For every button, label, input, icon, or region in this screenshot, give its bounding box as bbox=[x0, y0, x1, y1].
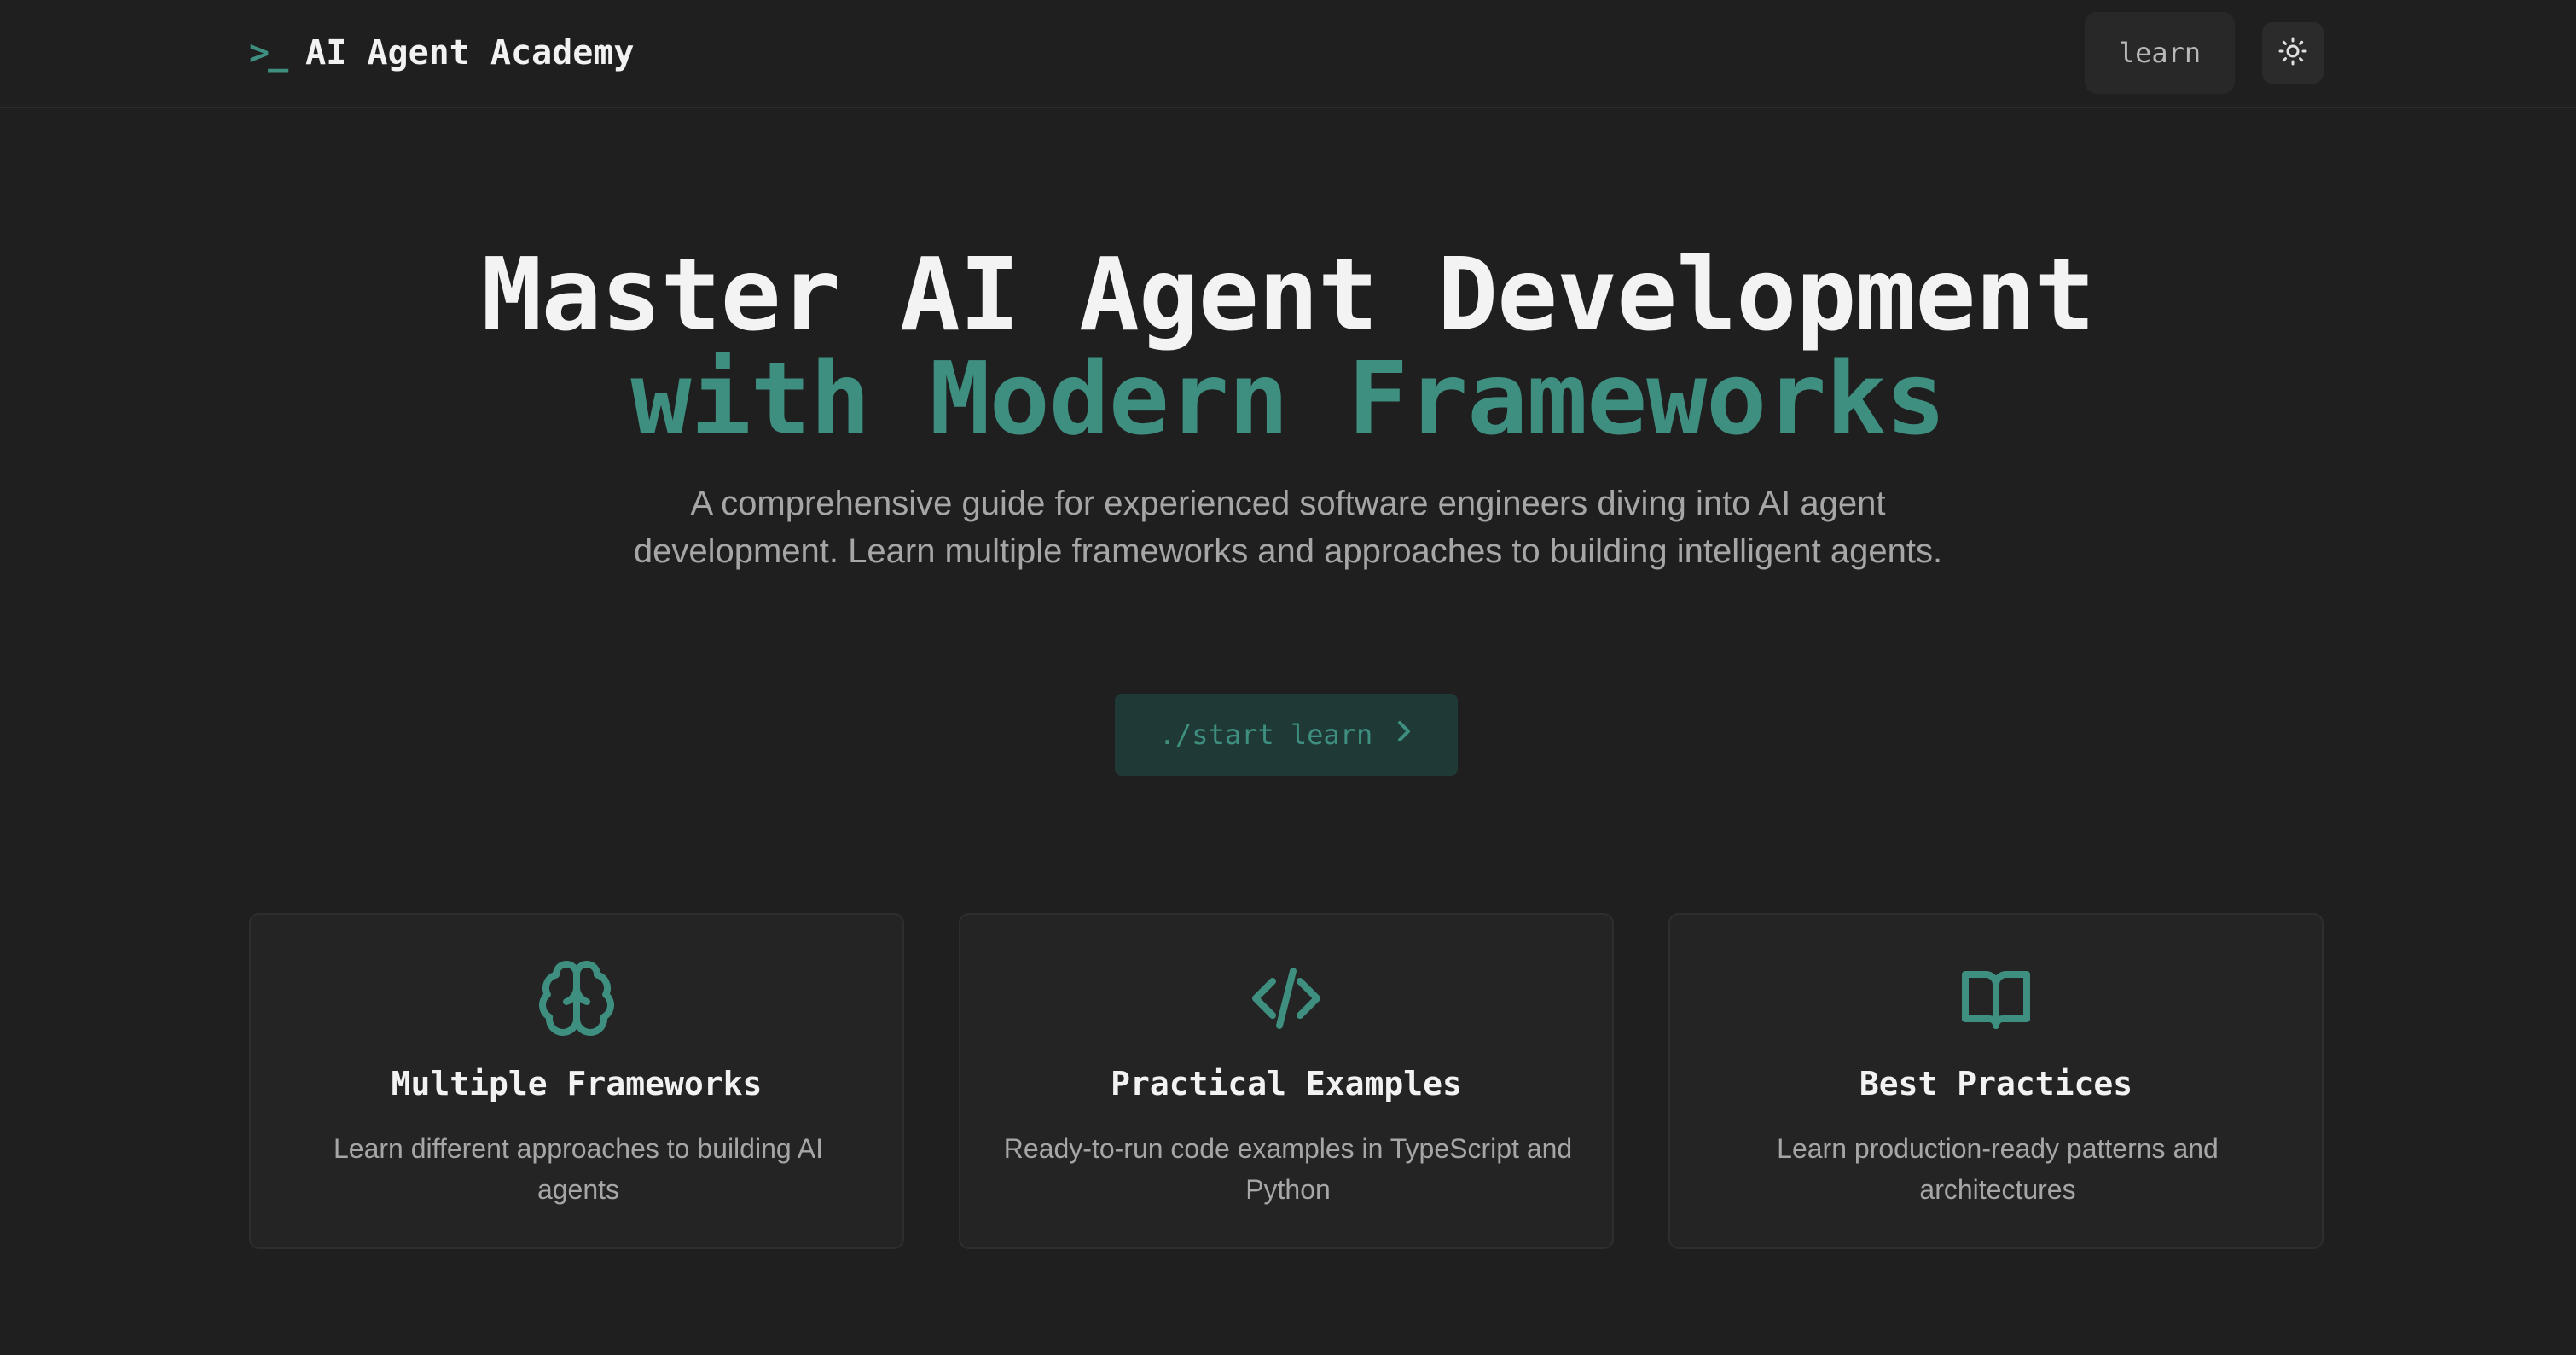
feature-description: Ready-to-run code examples in TypeScript… bbox=[1003, 1133, 1573, 1205]
code-icon bbox=[960, 957, 1612, 1043]
brain-icon bbox=[251, 957, 902, 1043]
book-open-icon bbox=[1670, 957, 2322, 1043]
feature-card-frameworks: Multiple Frameworks Learn different appr… bbox=[249, 913, 904, 1249]
terminal-icon: >_ bbox=[249, 33, 288, 73]
feature-description: Learn production-ready patterns and arch… bbox=[1777, 1133, 2219, 1205]
feature-card-examples: Practical Examples Ready-to-run code exa… bbox=[959, 913, 1614, 1249]
top-nav-bar: >_ AI Agent Academy learn bbox=[0, 0, 2576, 108]
site-title: AI Agent Academy bbox=[305, 33, 635, 73]
chevron-right-icon bbox=[1393, 718, 1413, 752]
brand-link[interactable]: >_ AI Agent Academy bbox=[249, 31, 634, 75]
start-learn-button[interactable]: ./start learn bbox=[1115, 694, 1458, 776]
hero-subtitle: A comprehensive guide for experienced so… bbox=[633, 485, 1943, 570]
theme-toggle-button[interactable] bbox=[2262, 22, 2324, 84]
start-learn-label: ./start learn bbox=[1158, 718, 1373, 751]
feature-title: Multiple Frameworks bbox=[391, 1065, 763, 1102]
sun-icon bbox=[2277, 36, 2308, 71]
learn-nav-button[interactable]: learn bbox=[2085, 12, 2235, 94]
hero-title-line-1: Master AI Agent Development bbox=[481, 236, 2095, 353]
hero-title-line-2: with Modern Frameworks bbox=[630, 340, 1947, 457]
feature-description: Learn different approaches to building A… bbox=[333, 1133, 824, 1205]
feature-title: Practical Examples bbox=[1111, 1065, 1462, 1102]
feature-card-best-practices: Best Practices Learn production-ready pa… bbox=[1668, 913, 2324, 1249]
feature-title: Best Practices bbox=[1859, 1065, 2133, 1102]
